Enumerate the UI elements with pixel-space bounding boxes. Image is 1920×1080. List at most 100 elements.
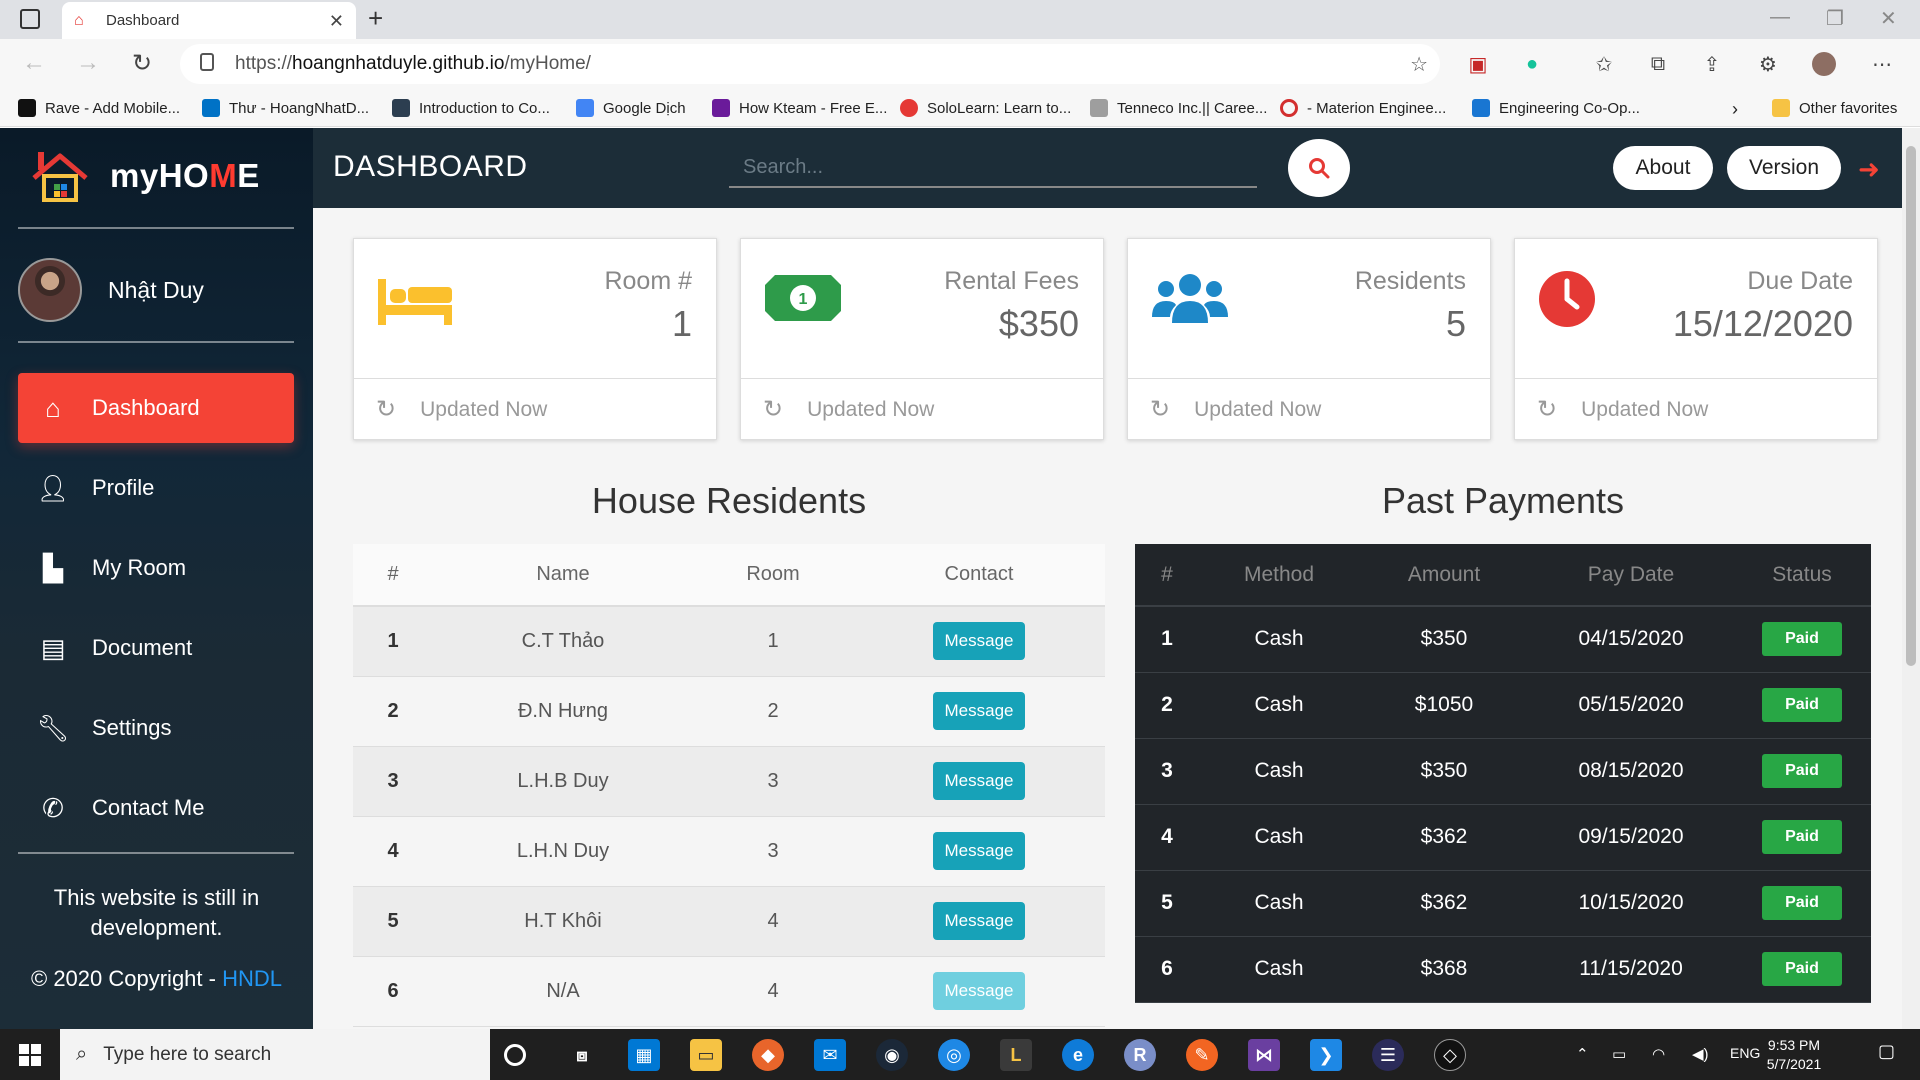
- close-tab-icon[interactable]: ✕: [329, 11, 344, 32]
- logout-icon[interactable]: ➜: [1858, 154, 1880, 185]
- about-button[interactable]: About: [1613, 146, 1713, 190]
- bookmark-item[interactable]: How Kteam - Free E...: [712, 99, 887, 117]
- visual-studio-icon[interactable]: ⋈: [1248, 1039, 1280, 1071]
- browser-tab[interactable]: ⌂ Dashboard ✕: [62, 2, 356, 39]
- page-scrollbar[interactable]: [1902, 128, 1920, 1029]
- clock-date: 5/7/2021: [1766, 1056, 1822, 1072]
- workday-icon: [1472, 99, 1490, 117]
- table-row: 1 Cash $350 04/15/2020 Paid: [1135, 606, 1871, 673]
- more-menu-icon[interactable]: ⋯: [1870, 52, 1894, 76]
- notifications-icon[interactable]: ▢: [1878, 1041, 1895, 1062]
- column-header: #: [1135, 544, 1199, 607]
- grammarly-icon[interactable]: ●: [1520, 52, 1544, 76]
- minimize-icon[interactable]: —: [1770, 6, 1790, 29]
- collections-icon[interactable]: ⧉: [1646, 52, 1670, 76]
- volume-icon[interactable]: ◀): [1692, 1045, 1709, 1063]
- steam-icon[interactable]: ◉: [876, 1039, 908, 1071]
- message-button[interactable]: Message: [932, 832, 1026, 870]
- copyright-link[interactable]: HNDL: [222, 966, 282, 991]
- payment-status: Paid: [1733, 738, 1871, 805]
- more-bookmarks-icon[interactable]: ›: [1732, 99, 1738, 120]
- forward-icon[interactable]: →: [76, 49, 100, 77]
- payment-number: 5: [1135, 870, 1199, 937]
- table-row: 3 Cash $350 08/15/2020 Paid: [1135, 738, 1871, 805]
- other-favorites[interactable]: Other favorites: [1772, 99, 1897, 117]
- message-button[interactable]: Message: [932, 692, 1026, 730]
- bookmark-item[interactable]: Tenneco Inc.|| Caree...: [1090, 99, 1267, 117]
- favorites-icon[interactable]: ✩: [1592, 52, 1616, 76]
- refresh-icon[interactable]: ↻: [132, 49, 152, 78]
- bookmark-item[interactable]: Introduction to Co...: [392, 99, 550, 117]
- message-button[interactable]: Message: [932, 902, 1026, 940]
- residents-title: House Residents: [591, 480, 867, 521]
- search-button[interactable]: [1288, 139, 1350, 197]
- sidebar-item-contact-me[interactable]: ✆ Contact Me: [18, 773, 294, 843]
- resident-contact: Message: [853, 676, 1105, 747]
- sidebar-item-profile[interactable]: 👤︎ Profile: [18, 453, 294, 523]
- sidebar-item-dashboard[interactable]: ⌂ Dashboard: [18, 373, 294, 443]
- bookmark-item[interactable]: Thư - HoangNhatD...: [202, 99, 369, 117]
- sidebar-item-document[interactable]: ▤ Document: [18, 613, 294, 683]
- app-icon[interactable]: ✎: [1186, 1039, 1218, 1071]
- user-profile[interactable]: Nhật Duy: [18, 258, 204, 322]
- maximize-icon[interactable]: ❐: [1826, 6, 1844, 31]
- sidebar-item-my-room[interactable]: ▙ My Room: [18, 533, 294, 603]
- brand-logo[interactable]: myHOME: [30, 150, 260, 202]
- wifi-icon[interactable]: ◠: [1652, 1045, 1665, 1063]
- bookmark-item[interactable]: Rave - Add Mobile...: [18, 99, 180, 117]
- new-tab-icon[interactable]: +: [368, 3, 383, 34]
- store-icon[interactable]: ▦: [628, 1039, 660, 1071]
- scrollbar-thumb[interactable]: [1906, 146, 1916, 666]
- column-header: Room: [693, 544, 853, 607]
- app-icon[interactable]: L: [1000, 1039, 1032, 1071]
- show-hidden-icons-icon[interactable]: ⌃: [1576, 1045, 1589, 1063]
- payment-date: 08/15/2020: [1529, 738, 1733, 805]
- message-button[interactable]: Message: [932, 622, 1026, 661]
- system-clock[interactable]: 9:53 PM 5/7/2021: [1754, 1036, 1834, 1074]
- card-footer-label: Updated Now: [420, 397, 548, 421]
- sidebar-item-settings[interactable]: 🔧︎ Settings: [18, 693, 294, 763]
- bookmark-label: Introduction to Co...: [419, 99, 550, 117]
- payment-number: 2: [1135, 672, 1199, 739]
- taskbar-search-input[interactable]: ⌕ Type here to search: [60, 1029, 490, 1080]
- pocket-icon[interactable]: ▣: [1466, 52, 1490, 76]
- payment-method: Cash: [1199, 804, 1359, 871]
- rstudio-icon[interactable]: R: [1124, 1039, 1156, 1071]
- bookmark-label: - Materion Enginee...: [1307, 99, 1447, 117]
- share-icon[interactable]: ⇪: [1700, 52, 1724, 76]
- add-favorite-icon[interactable]: ☆: [1410, 52, 1428, 77]
- message-button[interactable]: Message: [932, 762, 1026, 800]
- column-header: Status: [1733, 544, 1871, 607]
- resident-name: Đ.N Hưng: [433, 676, 693, 747]
- mail-icon[interactable]: ✉: [814, 1039, 846, 1071]
- extensions-icon[interactable]: ⚙: [1756, 52, 1780, 76]
- column-header: Name: [433, 544, 693, 607]
- edge-icon[interactable]: e: [1062, 1039, 1094, 1071]
- bookmark-item[interactable]: Engineering Co-Op...: [1472, 99, 1640, 117]
- vscode-icon[interactable]: ❯: [1310, 1039, 1342, 1071]
- battery-icon[interactable]: ▭: [1612, 1045, 1626, 1063]
- bookmark-item[interactable]: SoloLearn: Learn to...: [900, 99, 1071, 117]
- bookmark-item[interactable]: Google Dịch: [576, 99, 686, 117]
- close-window-icon[interactable]: ✕: [1880, 6, 1897, 31]
- url-input[interactable]: https://hoangnhatduyle.github.io/myHome/…: [180, 44, 1440, 84]
- version-button[interactable]: Version: [1727, 146, 1841, 190]
- search-input[interactable]: [729, 148, 1257, 188]
- app-icon[interactable]: ◆: [752, 1039, 784, 1071]
- sidebar-item-label: Settings: [92, 715, 172, 740]
- app-icon[interactable]: ◎: [938, 1039, 970, 1071]
- bookmark-item[interactable]: - Materion Enginee...: [1280, 99, 1446, 117]
- message-button[interactable]: Message: [932, 972, 1026, 1010]
- file-explorer-icon[interactable]: ▭: [690, 1039, 722, 1071]
- cortana-icon[interactable]: [504, 1044, 526, 1066]
- eclipse-icon[interactable]: ☰: [1372, 1039, 1404, 1071]
- opera-icon: [1280, 99, 1298, 117]
- app-icon[interactable]: ◇: [1434, 1039, 1466, 1071]
- back-icon[interactable]: ←: [22, 49, 46, 77]
- profile-avatar-icon[interactable]: [1812, 52, 1836, 76]
- tab-actions-icon[interactable]: [20, 9, 40, 29]
- bed-icon: [376, 269, 456, 329]
- task-view-icon[interactable]: ⧈: [566, 1039, 598, 1071]
- edx-icon: [392, 99, 410, 117]
- windows-start-icon[interactable]: [19, 1044, 41, 1066]
